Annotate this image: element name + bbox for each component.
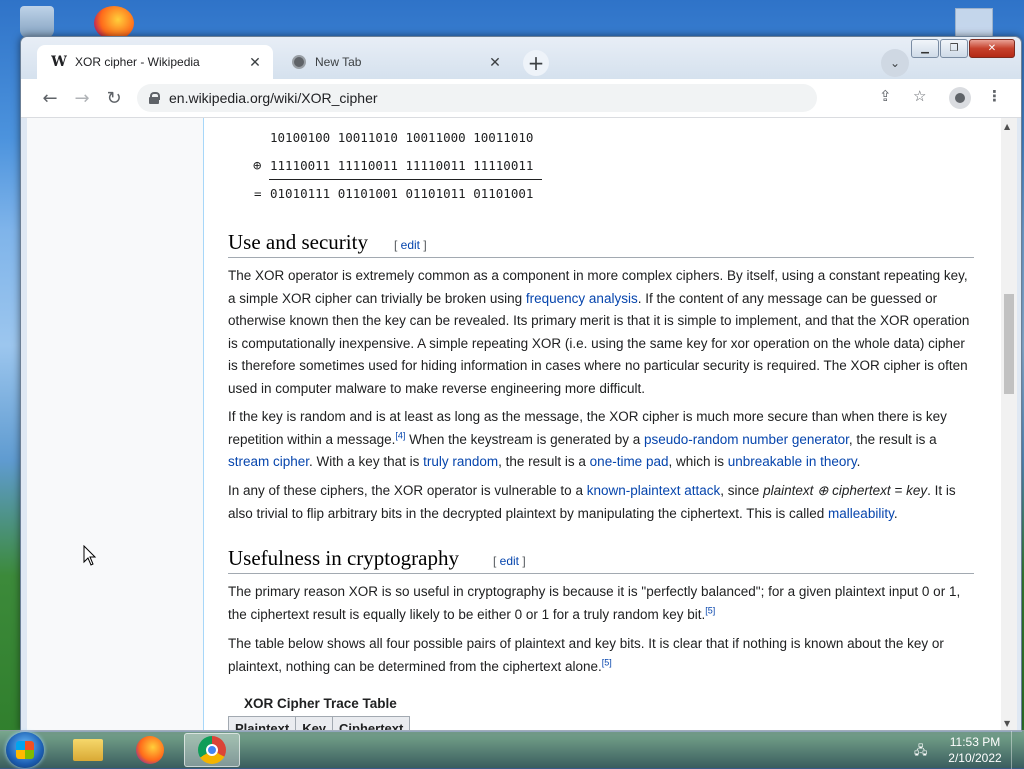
browser-window: ▁ ❐ ✕ W XOR cipher - Wikipedia ✕ New Tab… <box>20 36 1022 732</box>
link-known-plaintext-attack[interactable]: known-plaintext attack <box>587 483 721 498</box>
xor-trace-table: Plaintext Key Ciphertext <box>227 716 411 730</box>
firefox-icon <box>136 736 164 764</box>
clock-date: 2/10/2022 <box>948 751 1002 765</box>
section-edit-link: [ edit ] <box>394 238 427 252</box>
wikipedia-sidebar <box>27 118 203 730</box>
close-window-button[interactable]: ✕ <box>969 39 1015 58</box>
chrome-favicon-icon <box>292 55 306 69</box>
system-clock[interactable]: 11:53 PM 2/10/2022 <box>940 734 1010 766</box>
window-controls: ▁ ❐ ✕ <box>910 39 1015 58</box>
tab-title: New Tab <box>315 55 362 69</box>
table-header: Key <box>295 716 334 730</box>
reference-link[interactable]: [5] <box>705 605 715 615</box>
lock-icon[interactable] <box>149 92 160 104</box>
page-viewport: 10100100 10011010 10011000 10011010 ⊕ 11… <box>27 118 1017 730</box>
paragraph: The primary reason XOR is so useful in c… <box>228 584 961 622</box>
clock-time: 11:53 PM <box>949 735 1001 749</box>
network-icon[interactable]: 🖧 <box>914 741 930 757</box>
back-arrow-icon[interactable]: ← <box>37 85 63 111</box>
xor-sum-line <box>269 179 542 180</box>
xor-formula: plaintext ⊕ ciphertext = key <box>763 483 928 498</box>
link-stream-cipher[interactable]: stream cipher <box>228 454 309 469</box>
link-unbreakable-in-theory[interactable]: unbreakable in theory <box>728 454 857 469</box>
taskbar-explorer[interactable] <box>60 733 116 767</box>
edit-link[interactable]: edit <box>500 554 519 568</box>
heading-rule <box>228 257 974 258</box>
share-icon[interactable]: ⇪ <box>879 87 892 105</box>
reload-icon[interactable]: ↻ <box>101 85 127 111</box>
tab-search-icon[interactable]: ⌄ <box>881 49 909 77</box>
xor-operator: ⊕ <box>253 158 262 174</box>
xor-result: 01010111 01101001 01101011 01101001 <box>270 186 534 201</box>
wikipedia-favicon-icon: W <box>51 54 67 70</box>
tab-close-icon[interactable]: ✕ <box>485 54 505 71</box>
table-header: Ciphertext <box>332 716 411 730</box>
link-truly-random[interactable]: truly random <box>423 454 498 469</box>
table-header: Plaintext <box>227 716 297 730</box>
link-pseudo-random-number-generator[interactable]: pseudo-random number generator <box>644 432 849 447</box>
bookmark-star-icon[interactable]: ☆ <box>913 87 926 105</box>
heading-use-and-security: Use and security <box>228 230 368 254</box>
table-caption: XOR Cipher Trace Table <box>244 696 397 711</box>
tab-title: XOR cipher - Wikipedia <box>75 55 200 69</box>
profile-avatar-icon[interactable] <box>949 87 971 109</box>
restore-button[interactable]: ❐ <box>940 39 968 58</box>
tab-xor-cipher[interactable]: W XOR cipher - Wikipedia ✕ <box>37 45 273 79</box>
xor-row-1: 10100100 10011010 10011000 10011010 <box>270 130 534 145</box>
section-edit-link: [ edit ] <box>493 554 526 568</box>
paragraph: The XOR operator is extremely common as … <box>228 268 970 396</box>
scroll-up-arrow-icon[interactable]: ▲ <box>1004 122 1010 131</box>
taskbar-firefox[interactable] <box>122 733 178 767</box>
start-button[interactable] <box>6 732 44 768</box>
vertical-scrollbar[interactable]: ▲ ▼ <box>1001 118 1017 730</box>
chrome-icon <box>198 736 226 764</box>
link-frequency-analysis[interactable]: frequency analysis <box>526 291 638 306</box>
tab-close-icon[interactable]: ✕ <box>245 54 265 71</box>
url-text: en.wikipedia.org/wiki/XOR_cipher <box>169 90 378 106</box>
scrollbar-thumb[interactable] <box>1004 294 1014 394</box>
folder-icon <box>73 739 103 761</box>
firefox-desktop-icon[interactable] <box>94 6 134 40</box>
scroll-down-arrow-icon[interactable]: ▼ <box>1004 719 1010 728</box>
browser-toolbar: ← → ↻ en.wikipedia.org/wiki/XOR_cipher ⇪… <box>21 79 1021 118</box>
reference-link[interactable]: [5] <box>602 657 612 667</box>
link-one-time-pad[interactable]: one-time pad <box>590 454 669 469</box>
article-content: 10100100 10011010 10011000 10011010 ⊕ 11… <box>203 118 996 730</box>
recycle-bin-icon[interactable] <box>20 6 54 38</box>
windows-logo-icon <box>16 741 34 759</box>
heading-rule <box>228 573 974 574</box>
xor-equals: = <box>254 186 262 201</box>
paragraph: If the key is random and is at least as … <box>228 409 947 469</box>
new-tab-button[interactable]: + <box>523 50 549 76</box>
show-desktop-button[interactable] <box>1011 731 1024 769</box>
menu-kebab-icon[interactable]: ⋮ <box>987 87 1002 105</box>
address-bar[interactable]: en.wikipedia.org/wiki/XOR_cipher <box>137 84 817 112</box>
taskbar-chrome[interactable] <box>184 733 240 767</box>
link-malleability[interactable]: malleability <box>828 506 894 521</box>
heading-usefulness-in-cryptography: Usefulness in cryptography <box>228 546 459 570</box>
paragraph: The table below shows all four possible … <box>228 636 944 674</box>
xor-row-2: 11110011 11110011 11110011 11110011 <box>270 158 534 173</box>
forward-arrow-icon[interactable]: → <box>69 85 95 111</box>
taskbar: 🖧 11:53 PM 2/10/2022 <box>0 730 1024 769</box>
paragraph: In any of these ciphers, the XOR operato… <box>228 483 956 521</box>
minimize-button[interactable]: ▁ <box>911 39 939 58</box>
tab-new-tab[interactable]: New Tab ✕ <box>277 45 513 79</box>
reference-link[interactable]: [4] <box>395 430 405 440</box>
edit-link[interactable]: edit <box>401 238 420 252</box>
title-bar: ▁ ❐ ✕ W XOR cipher - Wikipedia ✕ New Tab… <box>21 37 1021 79</box>
